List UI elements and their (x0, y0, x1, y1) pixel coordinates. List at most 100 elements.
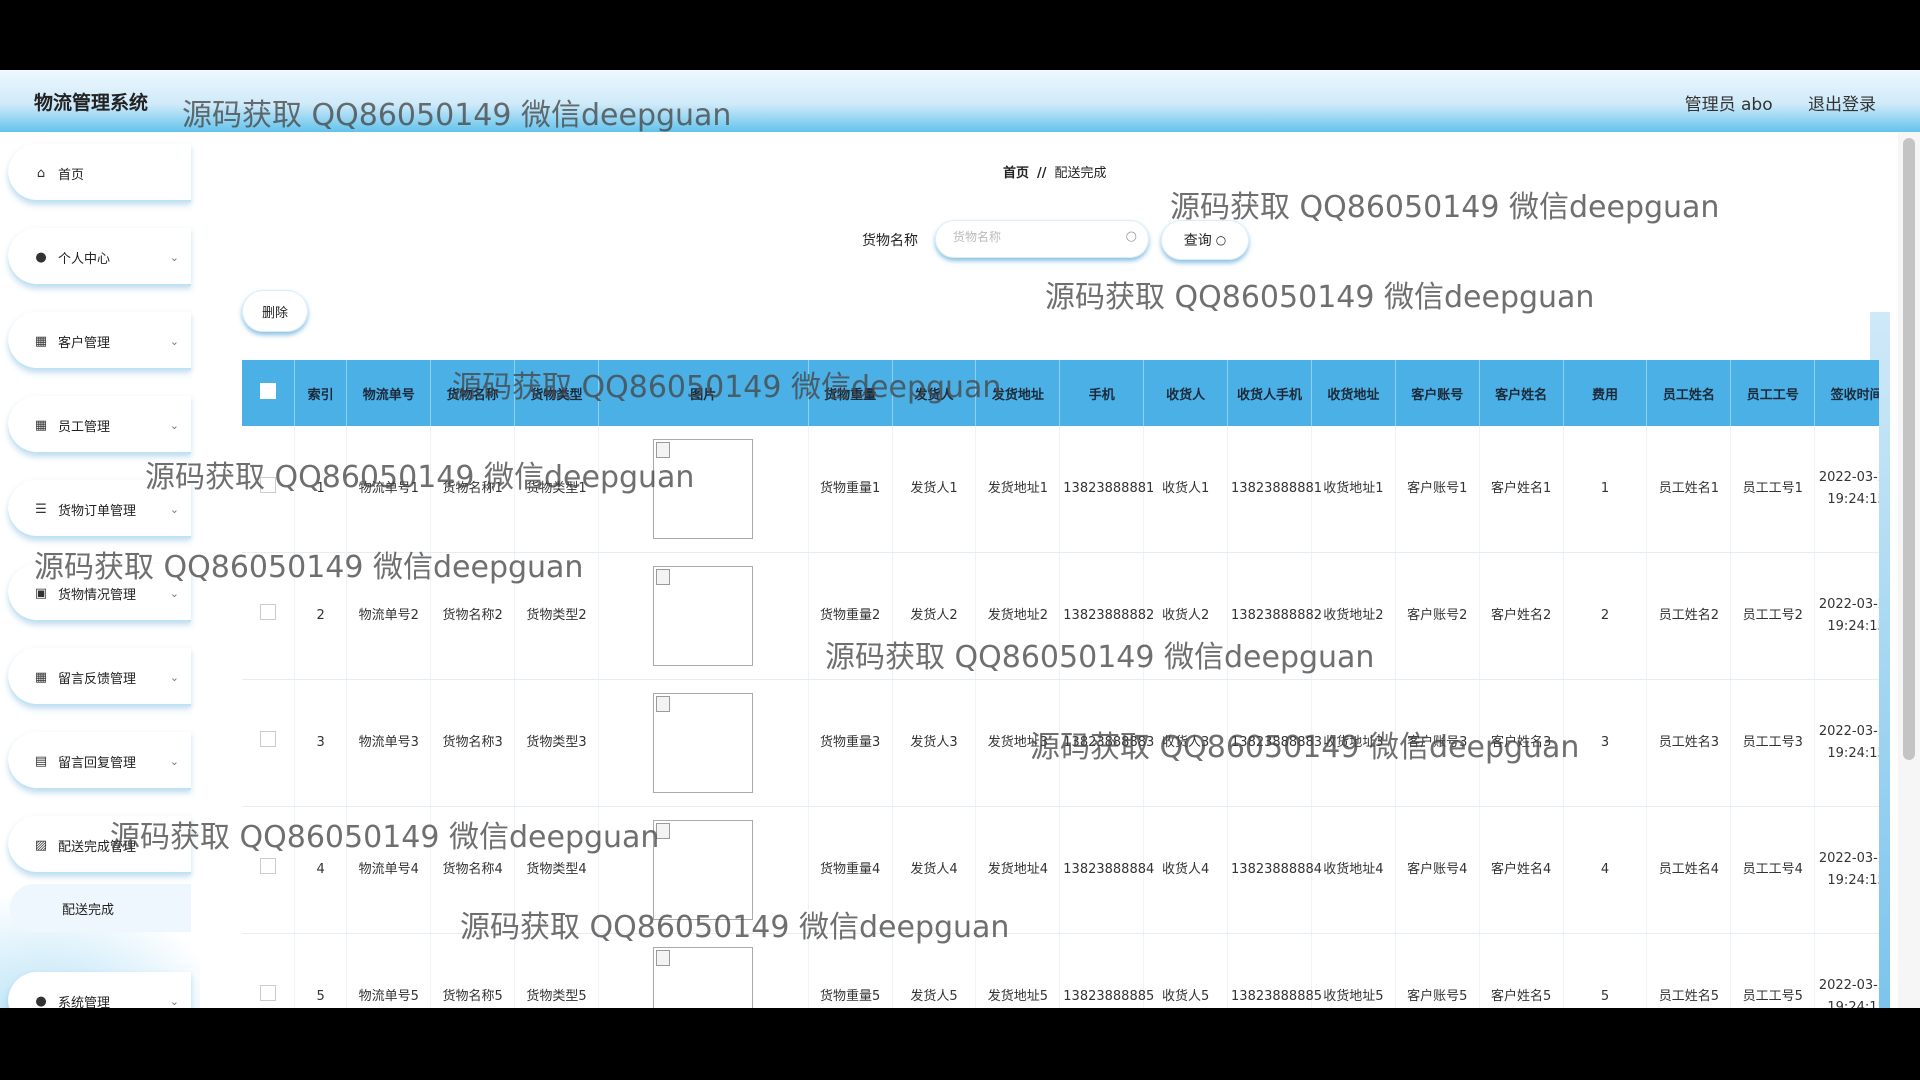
select-all-header (242, 360, 295, 426)
table-cell: 货物重量1 (808, 426, 893, 553)
main-content: 首页 // 配送完成 货物名称 ○ 查询○ 删除 索引物流单号货物名称货物类型图片货… (200, 132, 1890, 1008)
scrollbar-thumb[interactable] (1903, 138, 1915, 760)
goods-name-search-input[interactable] (951, 229, 1115, 245)
column-header: 收货地址 (1311, 360, 1396, 426)
briefcase-icon: ▣ (34, 585, 48, 601)
sidebar-item[interactable]: ☰ 货物订单管理 ⌄ (8, 480, 191, 538)
app-title: 物流管理系统 (34, 92, 149, 114)
sidebar-item[interactable]: ● 个人中心 ⌄ (8, 228, 191, 286)
sidebar-item[interactable]: ⌂ 首页 (8, 144, 191, 202)
row-checkbox[interactable] (259, 858, 276, 874)
table-row[interactable]: 4 物流单号4 货物名称4 货物类型4 货物重量4 发货人4 发货地址4 1382388888… (242, 806, 1879, 934)
image-cell (598, 426, 809, 553)
column-header: 发货地址 (975, 360, 1061, 426)
table-cell: 货物类型3 (514, 679, 599, 807)
table-cell: 发货人1 (892, 426, 977, 553)
table-cell: 13823888882 (1227, 552, 1322, 680)
row-checkbox[interactable] (259, 985, 276, 1001)
table-cell: 5 (1563, 933, 1648, 1008)
table-row[interactable]: 2 物流单号2 货物名称2 货物类型2 货物重量2 发货人2 发货地址2 1382388888… (242, 552, 1879, 680)
table-cell: 货物名称2 (430, 552, 516, 680)
delivery-complete-table: 索引 物流单号 货物名称 货物类型 图片 货物重量 发货人 发货地址 手机 收货人 收货人手机 收货地… (242, 360, 1879, 1008)
table-cell: 收货人5 (1143, 933, 1229, 1008)
table-row[interactable]: 1 物流单号1 货物名称1 货物类型1 货物重量1 发货人1 发货地址1 1382388888… (242, 426, 1879, 553)
sidebar-item-label: 客户管理 (58, 335, 111, 351)
table-cell: 货物名称3 (430, 679, 516, 807)
admin-user-label[interactable]: 管理员 abo (1685, 95, 1773, 115)
table-cell: 1 (1563, 426, 1648, 553)
table-cell: 物流单号5 (346, 933, 432, 1008)
table-cell: 2022-03-22 19:24:15 (1814, 679, 1879, 807)
image-cell (598, 552, 809, 680)
column-header: 客户账号 (1395, 360, 1480, 426)
table-cell: 3 (1563, 679, 1648, 807)
table-cell: 货物名称5 (430, 933, 516, 1008)
search-box: ○ (935, 220, 1149, 258)
table-cell: 货物类型4 (514, 806, 599, 934)
row-checkbox[interactable] (259, 731, 276, 747)
table-cell: 发货地址2 (975, 552, 1061, 680)
table-cell: 13823888885 (1227, 933, 1322, 1008)
sidebar: ⌂ 首页 ● 个人中心 ⌄ ▦ 客户管理 ⌄ ▦ 员工管理 ⌄ ☰ 货物订单管理 ⌄ ▣ 货物情况管理 ⌄ ▦ 留言… (0, 132, 200, 1008)
table-cell: 货物重量4 (808, 806, 893, 934)
sidebar-item[interactable]: ▣ 货物情况管理 ⌄ (8, 564, 191, 622)
table-cell: 收货地址2 (1311, 552, 1396, 680)
table-cell: 2022-03-22 19:24:15 (1814, 552, 1879, 680)
sidebar-subitem-delivery-complete[interactable]: 配送完成 (10, 884, 191, 932)
table-cell: 发货人4 (892, 806, 977, 934)
sidebar-item-label: 留言回复管理 (58, 755, 137, 771)
query-button-label: 查询 (1183, 233, 1212, 249)
table-cell: 2 (1563, 552, 1648, 680)
table-cell: 客户姓名1 (1479, 426, 1564, 553)
list-icon: ☰ (35, 501, 47, 517)
delete-button[interactable]: 删除 (242, 290, 308, 332)
table-cell: 客户姓名4 (1479, 806, 1564, 934)
table-cell: 收货地址5 (1311, 933, 1396, 1008)
table-cell: 员工工号1 (1730, 426, 1816, 553)
table-cell: 发货人5 (892, 933, 977, 1008)
sidebar-item[interactable]: ▨ 配送完成管理 (8, 816, 191, 874)
chevron-down-icon: ⌄ (169, 418, 179, 432)
table-cell: 员工姓名1 (1646, 426, 1732, 553)
vertical-scrollbar[interactable] (1898, 132, 1920, 1008)
search-label: 货物名称 (862, 233, 918, 249)
logout-link[interactable]: 退出登录 (1808, 95, 1876, 115)
row-checkbox[interactable] (259, 477, 276, 493)
table-cell: 发货地址4 (975, 806, 1061, 934)
sidebar-item[interactable]: ▦ 客户管理 ⌄ (8, 312, 191, 370)
table-cell: 2022-03-22 19:24:15 (1814, 806, 1879, 934)
app-window: 物流管理系统 管理员 abo 退出登录 ⌂ 首页 ● 个人中心 ⌄ ▦ 客户管理 ⌄ ▦ 员工管理… (0, 70, 1920, 1008)
breadcrumb-separator: // (1037, 166, 1047, 181)
breadcrumb-home[interactable]: 首页 (1003, 166, 1029, 181)
sidebar-item-label: 个人中心 (58, 251, 111, 267)
image-cell (598, 679, 809, 807)
column-header: 货物重量 (808, 360, 893, 426)
sidebar-item[interactable]: ● 系统管理 ⌄ (8, 972, 191, 1008)
sidebar-item[interactable]: ▦ 员工管理 ⌄ (8, 396, 191, 454)
table-cell: 5 (294, 933, 348, 1008)
column-header: 费用 (1563, 360, 1648, 426)
table-cell: 2022-03-22 19:24:15 (1814, 426, 1879, 553)
sidebar-item-label: 货物情况管理 (58, 587, 137, 603)
breadcrumb: 首页 // 配送完成 (1003, 162, 1107, 181)
table-cell: 货物类型1 (514, 426, 599, 553)
table-cell: 员工姓名5 (1646, 933, 1732, 1008)
sidebar-item[interactable]: ▦ 留言反馈管理 ⌄ (8, 648, 191, 706)
table-cell: 客户姓名3 (1479, 679, 1564, 807)
table-row[interactable]: 3 物流单号3 货物名称3 货物类型3 货物重量3 发货人3 发货地址3 1382388888… (242, 679, 1879, 807)
select-all-checkbox[interactable] (259, 383, 276, 399)
table-cell: 2 (294, 552, 348, 680)
chevron-down-icon: ⌄ (169, 670, 179, 684)
table-cell: 员工工号5 (1730, 933, 1816, 1008)
table-cell: 13823888883 (1059, 679, 1154, 807)
table-row[interactable]: 5 物流单号5 货物名称5 货物类型5 货物重量5 发货人5 发货地址5 1382388888… (242, 933, 1879, 1008)
breadcrumb-current: 配送完成 (1054, 166, 1107, 181)
table-cell: 发货地址3 (975, 679, 1061, 807)
query-button[interactable]: 查询 ○ (1161, 220, 1249, 260)
table-cell: 收货地址4 (1311, 806, 1396, 934)
table-cell: 物流单号1 (346, 426, 432, 553)
table-cell: 收货地址3 (1311, 679, 1396, 807)
sidebar-item[interactable]: ▤ 留言回复管理 ⌄ (8, 732, 191, 790)
table-cell: 2022-03-22 19:24:15 (1814, 933, 1879, 1008)
row-checkbox[interactable] (259, 604, 276, 620)
